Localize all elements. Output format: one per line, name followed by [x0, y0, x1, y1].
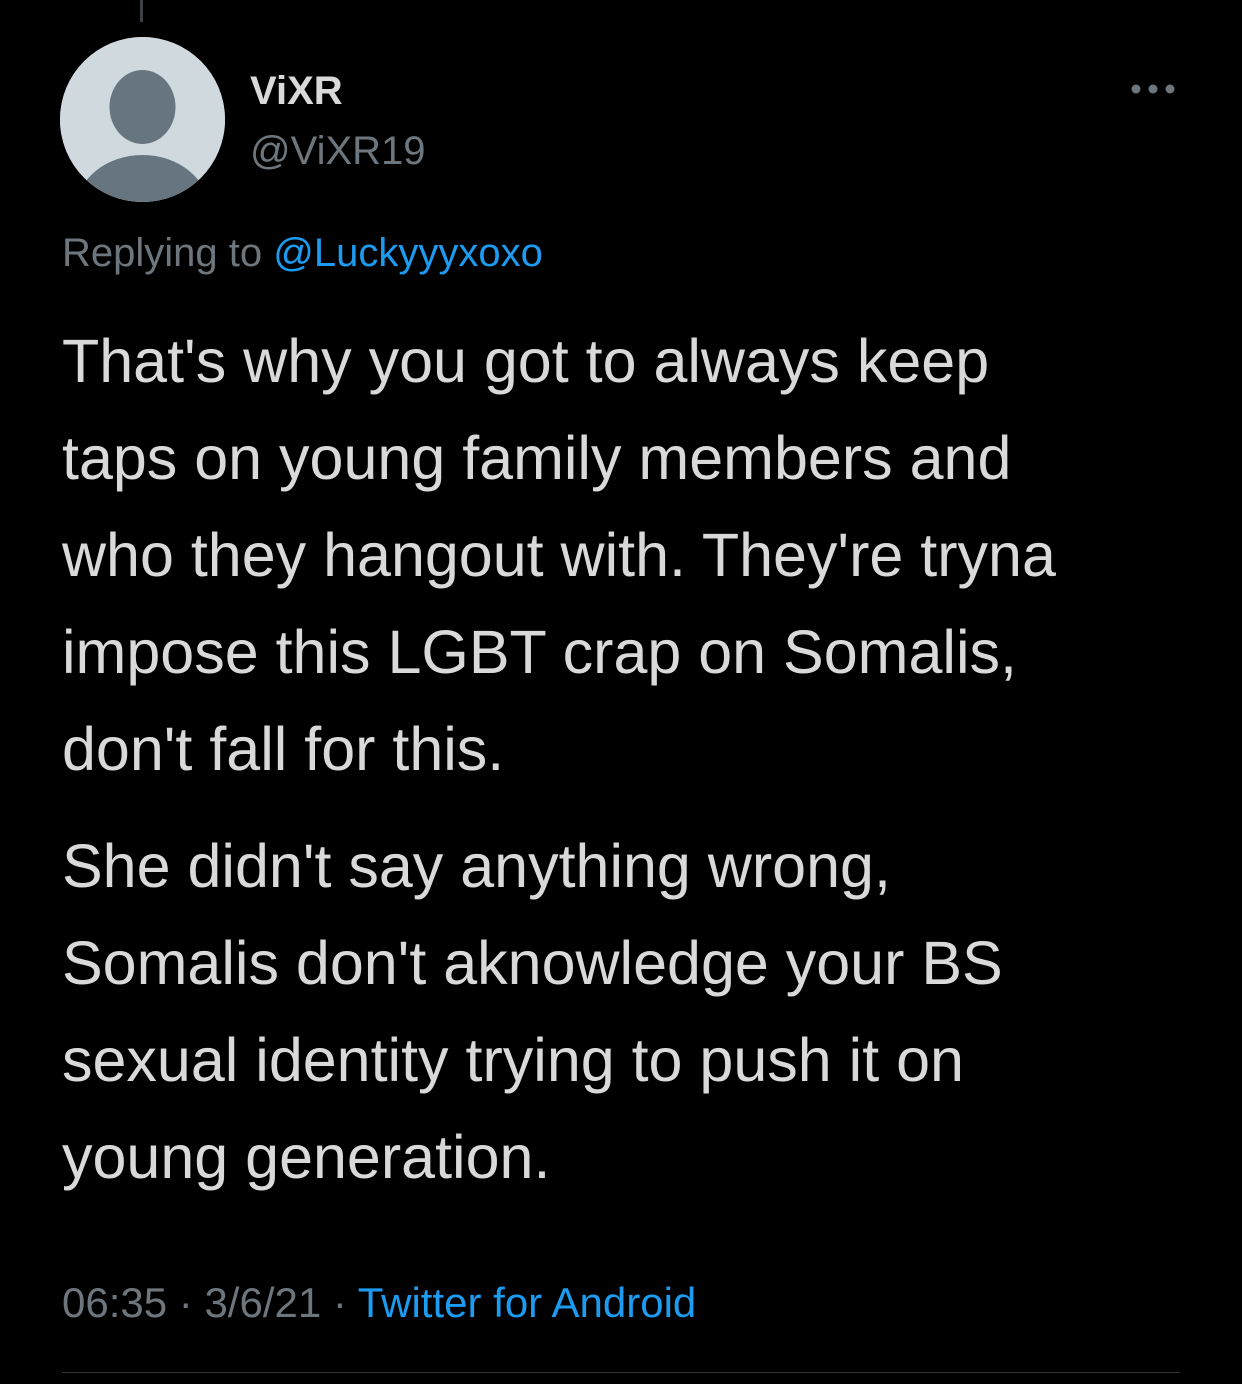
- more-horizontal-icon: [1131, 84, 1175, 94]
- thread-connector-line: [140, 0, 143, 22]
- divider: [62, 1372, 1180, 1373]
- meta-separator: ·: [167, 1279, 205, 1326]
- tweet-body: That's why you got to always keep taps o…: [62, 313, 1192, 1206]
- tweet-paragraph: That's why you got to always keep taps o…: [62, 327, 1056, 783]
- tweet-paragraph: She didn't say anything wrong, Somalis d…: [62, 832, 1003, 1191]
- default-avatar-icon: [60, 37, 225, 202]
- avatar[interactable]: [60, 37, 225, 202]
- author-handle[interactable]: @ViXR19: [250, 126, 426, 176]
- replying-to-label: Replying to: [62, 231, 274, 275]
- author-display-name[interactable]: ViXR: [250, 66, 343, 116]
- more-options-button[interactable]: [1128, 74, 1178, 104]
- tweet-metadata: 06:35 · 3/6/21 · Twitter for Android: [62, 1274, 696, 1332]
- tweet-source-link[interactable]: Twitter for Android: [358, 1279, 696, 1326]
- tweet-date[interactable]: 3/6/21: [204, 1279, 321, 1326]
- tweet-time[interactable]: 06:35: [62, 1279, 167, 1326]
- meta-separator: ·: [321, 1279, 358, 1326]
- replying-to-handle-link[interactable]: @Luckyyyxoxo: [273, 231, 543, 275]
- replying-to-line: Replying to @Luckyyyxoxo: [62, 227, 543, 279]
